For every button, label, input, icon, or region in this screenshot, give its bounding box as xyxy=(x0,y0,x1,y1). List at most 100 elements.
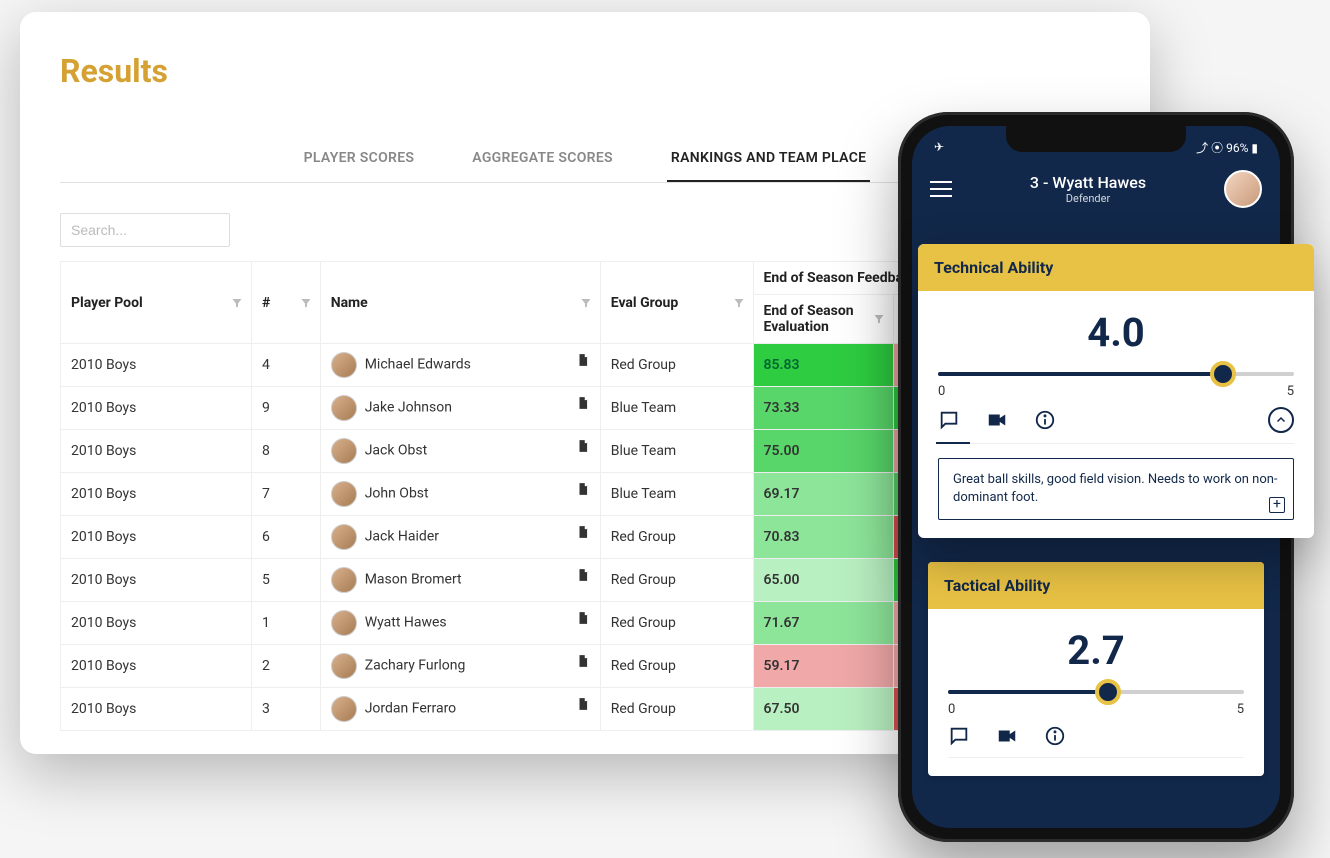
cell-eval: 73.33 xyxy=(753,387,893,430)
cell-num: 3 xyxy=(251,688,320,731)
col-eval-group[interactable]: Eval Group xyxy=(600,262,753,344)
document-icon[interactable] xyxy=(576,395,590,411)
info-icon[interactable] xyxy=(1034,409,1056,431)
cell-eval: 85.83 xyxy=(753,344,893,387)
cell-name: John Obst xyxy=(320,473,600,516)
slider-max: 5 xyxy=(1287,384,1294,399)
cell-num: 8 xyxy=(251,430,320,473)
filter-icon[interactable] xyxy=(733,297,745,309)
cell-pool: 2010 Boys xyxy=(61,387,252,430)
cell-num: 5 xyxy=(251,559,320,602)
cell-pool: 2010 Boys xyxy=(61,473,252,516)
filter-icon[interactable] xyxy=(580,297,592,309)
cell-group: Red Group xyxy=(600,344,753,387)
document-icon[interactable] xyxy=(576,696,590,712)
document-icon[interactable] xyxy=(576,524,590,540)
score-value: 4.0 xyxy=(938,309,1294,356)
player-title: 3 - Wyatt Hawes Defender xyxy=(952,173,1224,205)
cell-pool: 2010 Boys xyxy=(61,688,252,731)
cell-eval: 71.67 xyxy=(753,602,893,645)
cell-num: 1 xyxy=(251,602,320,645)
tab-player-scores[interactable]: PLAYER SCORES xyxy=(300,140,419,182)
cell-name: Wyatt Hawes xyxy=(320,602,600,645)
cell-group: Red Group xyxy=(600,688,753,731)
phone-notch xyxy=(1006,126,1186,152)
cell-pool: 2010 Boys xyxy=(61,559,252,602)
cell-pool: 2010 Boys xyxy=(61,516,252,559)
cell-pool: 2010 Boys xyxy=(61,430,252,473)
avatar xyxy=(331,567,357,593)
document-icon[interactable] xyxy=(576,481,590,497)
avatar xyxy=(331,653,357,679)
video-icon[interactable] xyxy=(996,725,1018,747)
document-icon[interactable] xyxy=(576,610,590,626)
col-end-eval[interactable]: End of Season Evaluation xyxy=(753,295,893,344)
card-header: Tactical Ability xyxy=(928,562,1264,609)
slider-thumb[interactable] xyxy=(1210,361,1236,387)
avatar xyxy=(331,395,357,421)
slider-min: 0 xyxy=(938,384,945,399)
cell-group: Blue Team xyxy=(600,387,753,430)
cell-name: Mason Bromert xyxy=(320,559,600,602)
cell-num: 9 xyxy=(251,387,320,430)
cell-eval: 69.17 xyxy=(753,473,893,516)
video-icon[interactable] xyxy=(986,409,1008,431)
cell-eval: 70.83 xyxy=(753,516,893,559)
cell-name: Michael Edwards xyxy=(320,344,600,387)
cell-pool: 2010 Boys xyxy=(61,602,252,645)
document-icon[interactable] xyxy=(576,653,590,669)
slider-thumb[interactable] xyxy=(1095,679,1121,705)
document-icon[interactable] xyxy=(576,567,590,583)
slider-min: 0 xyxy=(948,702,955,717)
score-slider[interactable] xyxy=(938,372,1294,376)
score-slider[interactable] xyxy=(948,690,1244,694)
cell-group: Blue Team xyxy=(600,473,753,516)
cell-pool: 2010 Boys xyxy=(61,645,252,688)
search-input[interactable] xyxy=(60,213,230,247)
cell-eval: 65.00 xyxy=(753,559,893,602)
filter-icon[interactable] xyxy=(873,313,885,325)
avatar xyxy=(331,481,357,507)
menu-icon[interactable] xyxy=(930,181,952,197)
comment-icon[interactable] xyxy=(948,725,970,747)
score-value: 2.7 xyxy=(948,627,1244,674)
status-right: ⤴ ⦿ 96% ▮ xyxy=(1196,139,1258,156)
col-name[interactable]: Name xyxy=(320,262,600,344)
add-note-icon[interactable]: + xyxy=(1269,497,1285,513)
cell-num: 4 xyxy=(251,344,320,387)
document-icon[interactable] xyxy=(576,352,590,368)
cell-eval: 75.00 xyxy=(753,430,893,473)
top-bar: 3 - Wyatt Hawes Defender xyxy=(912,160,1280,222)
comment-icon[interactable] xyxy=(938,409,960,431)
info-icon[interactable] xyxy=(1044,725,1066,747)
col-number[interactable]: # xyxy=(251,262,320,344)
filter-icon[interactable] xyxy=(300,297,312,309)
tab-aggregate-scores[interactable]: AGGREGATE SCORES xyxy=(468,140,617,182)
cell-pool: 2010 Boys xyxy=(61,344,252,387)
tactical-ability-card: Tactical Ability 2.7 0 5 xyxy=(928,562,1264,776)
card-header: Technical Ability xyxy=(918,244,1314,291)
avatar[interactable] xyxy=(1224,170,1262,208)
cell-group: Red Group xyxy=(600,516,753,559)
cell-group: Red Group xyxy=(600,602,753,645)
tab-rankings[interactable]: RANKINGS AND TEAM PLACE xyxy=(667,140,870,182)
player-name: 3 - Wyatt Hawes xyxy=(952,173,1224,192)
cell-num: 7 xyxy=(251,473,320,516)
cell-num: 6 xyxy=(251,516,320,559)
cell-num: 2 xyxy=(251,645,320,688)
avatar xyxy=(331,524,357,550)
avatar xyxy=(331,610,357,636)
slider-max: 5 xyxy=(1237,702,1244,717)
collapse-icon[interactable] xyxy=(1268,407,1294,433)
filter-icon[interactable] xyxy=(231,297,243,309)
page-title: Results xyxy=(60,52,1110,90)
note-text[interactable]: Great ball skills, good field vision. Ne… xyxy=(938,458,1294,520)
col-player-pool[interactable]: Player Pool xyxy=(61,262,252,344)
document-icon[interactable] xyxy=(576,438,590,454)
cell-name: Jack Haider xyxy=(320,516,600,559)
cell-eval: 59.17 xyxy=(753,645,893,688)
cell-name: Jack Obst xyxy=(320,430,600,473)
avatar xyxy=(331,696,357,722)
cell-name: Jake Johnson xyxy=(320,387,600,430)
status-left: ✈ xyxy=(934,140,944,154)
